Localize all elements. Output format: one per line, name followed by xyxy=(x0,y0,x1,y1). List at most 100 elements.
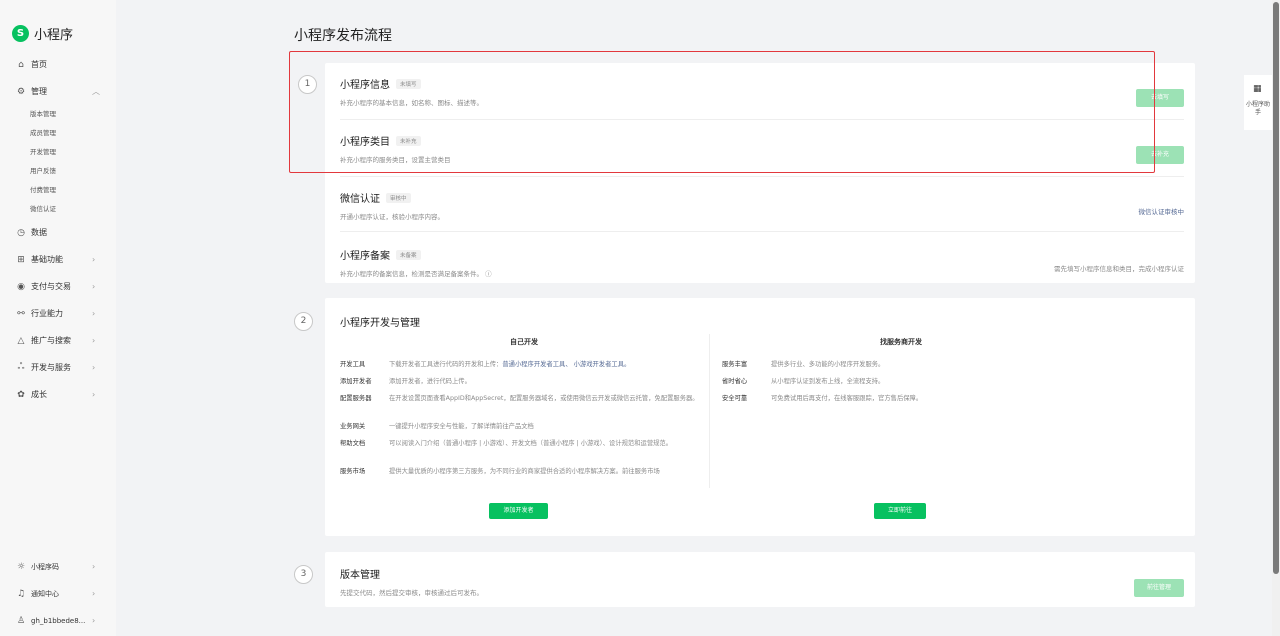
chevron-right-icon: › xyxy=(92,336,96,345)
bell-icon: ♫ xyxy=(16,588,26,599)
nav-basic-label: 基础功能 xyxy=(31,255,63,264)
dev-row-text: 在开发设置页面查看AppID和AppSecret，配置服务器域名，或使用微信云开… xyxy=(389,395,699,402)
app-logo[interactable]: S 小程序 xyxy=(12,24,73,43)
main-nav: ⌂ 首页 ⚙ 管理 ︿ 版本管理 成员管理 开发管理 用户反馈 付费管理 微信认… xyxy=(0,51,116,408)
chevron-right-icon: › xyxy=(92,562,96,571)
step-number-1: 1 xyxy=(298,75,317,94)
row-miniprogram-info: 小程序信息 未填写 补充小程序的基本信息，如名称、图标、描述等。 去填写 xyxy=(340,76,1184,116)
sidebar: S 小程序 ⌂ 首页 ⚙ 管理 ︿ 版本管理 成员管理 开发管理 用户反馈 付费… xyxy=(0,0,116,636)
row-title: 微信认证 xyxy=(340,194,380,205)
self-dev-title: 自己开发 xyxy=(510,338,538,346)
nav-account[interactable]: ♙ gh_b1bbede8... › xyxy=(0,607,116,634)
row-miniprogram-category: 小程序类目 未补充 补充小程序的服务类目，设置主营类目 去补充 xyxy=(340,133,1184,173)
step2-card: 小程序开发与管理 自己开发 找服务商开发 开发工具 下载开发者工具进行代码的开发… xyxy=(325,298,1195,536)
row-wechat-verify: 微信认证 审核中 开通小程序认证，核验小程序内容。 微信认证审核中 xyxy=(340,190,1184,230)
growth-icon: ✿ xyxy=(17,389,25,400)
nav-sub-version[interactable]: 版本管理 xyxy=(0,105,116,124)
nav-industry-label: 行业能力 xyxy=(31,309,63,318)
column-divider xyxy=(709,334,710,488)
nav-dev-service-label: 开发与服务 xyxy=(31,363,71,372)
service-icon: ஃ xyxy=(17,362,25,372)
row-desc: 补充小程序的基本信息，如名称、图标、描述等。 xyxy=(340,99,483,107)
nav-sub-feedback[interactable]: 用户反馈 xyxy=(0,162,116,181)
chevron-right-icon: › xyxy=(92,363,96,372)
promo-icon: △ xyxy=(17,335,25,346)
provider-row-label: 安全可靠 xyxy=(722,395,748,402)
page-scrollbar[interactable] xyxy=(1272,0,1280,636)
miniprogram-logo-icon: S xyxy=(12,25,29,42)
step-number-2: 2 xyxy=(294,312,313,331)
fill-info-button[interactable]: 去填写 xyxy=(1136,89,1184,107)
nav-sub-members[interactable]: 成员管理 xyxy=(0,124,116,143)
add-developer-button[interactable]: 添加开发者 xyxy=(489,503,548,519)
row-title: 版本管理 xyxy=(340,570,380,581)
dev-tools-link[interactable]: 普通小程序开发者工具、 小游戏开发者工具。 xyxy=(502,361,630,368)
nav-promo-label: 推广与搜索 xyxy=(31,336,71,345)
divider xyxy=(340,176,1184,177)
nav-data[interactable]: ◷ 数据 xyxy=(0,219,116,246)
nav-sub-verify[interactable]: 微信认证 xyxy=(0,200,116,219)
grid-icon: ⊞ xyxy=(17,254,25,265)
dev-row-tools: 开发工具 下载开发者工具进行代码的开发和上传：普通小程序开发者工具、 小游戏开发… xyxy=(340,360,700,370)
step-number-3: 3 xyxy=(294,565,313,584)
gear-icon: ⚙ xyxy=(16,86,26,97)
industry-icon: ⚯ xyxy=(17,308,25,319)
row-version-manage: 版本管理 先提交代码，然后提交审核，审核通过后可发布。 前往管理 xyxy=(340,566,1184,597)
nav-payment[interactable]: ◉ 支付与交易 › xyxy=(0,273,116,300)
app-name: 小程序 xyxy=(34,28,74,43)
chevron-right-icon: › xyxy=(92,255,96,264)
nav-growth[interactable]: ✿ 成长 › xyxy=(0,381,116,408)
dev-row-label: 帮助文档 xyxy=(340,440,366,447)
provider-row-easy: 省时省心 从小程序认证到发布上线，全流程支持。 xyxy=(722,377,1072,387)
dev-row-docs: 帮助文档 可以阅读入门介绍（普通小程序 | 小游戏）、开发文档（普通小程序 | … xyxy=(340,439,700,449)
dev-row-label: 开发工具 xyxy=(340,361,366,368)
nav-industry[interactable]: ⚯ 行业能力 › xyxy=(0,300,116,327)
page-title: 小程序发布流程 xyxy=(294,28,392,44)
step3-card: 版本管理 先提交代码，然后提交审核，审核通过后可发布。 前往管理 xyxy=(325,552,1195,607)
dev-row-label: 服务市场 xyxy=(340,468,366,475)
nav-code-label: 小程序码 xyxy=(31,562,59,571)
provider-row-text: 从小程序认证到发布上线，全流程支持。 xyxy=(771,378,885,385)
nav-manage-label: 管理 xyxy=(31,87,47,96)
chevron-right-icon: › xyxy=(92,390,96,399)
provider-row-text: 提供多行业、多功能的小程序开发服务。 xyxy=(771,361,885,368)
status-badge: 未补充 xyxy=(396,135,421,146)
row-title: 小程序类目 xyxy=(340,137,390,148)
nav-notify[interactable]: ♫ 通知中心 › xyxy=(0,580,116,607)
nav-miniprogram-code[interactable]: ☼ 小程序码 › xyxy=(0,553,116,580)
user-icon: ♙ xyxy=(16,615,26,626)
nav-manage[interactable]: ⚙ 管理 ︿ xyxy=(0,78,116,105)
divider xyxy=(340,231,1184,232)
nav-sub-dev[interactable]: 开发管理 xyxy=(0,143,116,162)
add-category-button[interactable]: 去补充 xyxy=(1136,146,1184,164)
nav-promo[interactable]: △ 推广与搜索 › xyxy=(0,327,116,354)
assistant-label: 小程序助手 xyxy=(1245,101,1270,116)
dev-row-market: 服务市场 提供大量优质的小程序第三方服务，为不同行业的商家提供合适的小程序解决方… xyxy=(340,467,700,477)
row-desc: 补充小程序的服务类目，设置主营类目 xyxy=(340,156,451,164)
divider xyxy=(340,119,1184,120)
provider-dev-title: 找服务商开发 xyxy=(880,338,922,346)
provider-row-text: 可免费试用后再支付，在线客服跟踪，官方售后保障。 xyxy=(771,395,923,402)
nav-basic[interactable]: ⊞ 基础功能 › xyxy=(0,246,116,273)
row-title: 小程序备案 xyxy=(340,251,390,262)
chevron-up-icon: ︿ xyxy=(92,87,100,96)
chevron-right-icon: › xyxy=(92,309,96,318)
go-provider-button[interactable]: 立即前往 xyxy=(874,503,926,519)
nav-home[interactable]: ⌂ 首页 xyxy=(0,51,116,78)
nav-sub-payment[interactable]: 付费管理 xyxy=(0,181,116,200)
clock-icon: ◷ xyxy=(17,227,25,238)
scrollbar-thumb[interactable] xyxy=(1273,2,1279,574)
assistant-widget[interactable]: ▦ 小程序助手 xyxy=(1244,75,1272,130)
go-manage-button[interactable]: 前往管理 xyxy=(1134,579,1184,597)
nav-dev-service[interactable]: ஃ 开发与服务 › xyxy=(0,354,116,381)
nav-growth-label: 成长 xyxy=(31,390,47,399)
coin-icon: ◉ xyxy=(17,281,25,292)
verify-status-link[interactable]: 微信认证审核中 xyxy=(1139,208,1185,216)
nav-data-label: 数据 xyxy=(31,228,47,237)
provider-row-label: 省时省心 xyxy=(722,378,748,385)
row-desc: 开通小程序认证，核验小程序内容。 xyxy=(340,213,444,221)
provider-row-label: 服务丰富 xyxy=(722,361,748,368)
dev-row-server: 配置服务器 在开发设置页面查看AppID和AppSecret，配置服务器域名，或… xyxy=(340,394,700,404)
status-badge: 未备案 xyxy=(396,249,421,260)
status-badge: 审核中 xyxy=(386,192,411,203)
